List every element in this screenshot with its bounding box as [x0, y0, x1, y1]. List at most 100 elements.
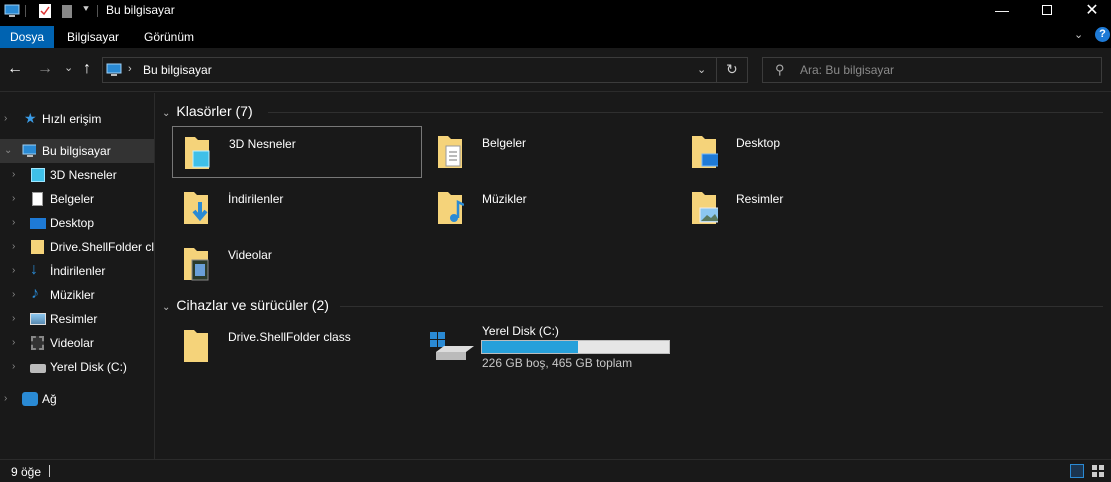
network-icon — [22, 392, 38, 406]
windows-drive-icon — [430, 332, 474, 360]
documents-folder-icon — [438, 136, 462, 168]
desktop-icon — [30, 218, 46, 229]
separator — [716, 58, 717, 82]
desktop-folder-icon — [692, 136, 718, 168]
collapse-chevron-icon[interactable]: ⌄ — [162, 302, 170, 313]
drive-shellfolder[interactable]: Drive.ShellFolder class — [172, 320, 422, 372]
downloads-folder-icon — [184, 192, 208, 224]
expand-arrow-icon[interactable]: › — [12, 283, 22, 307]
help-icon[interactable]: ? — [1095, 27, 1110, 42]
disk-info: 226 GB boş, 465 GB toplam — [482, 356, 633, 370]
search-placeholder: Ara: Bu bilgisayar — [800, 63, 895, 77]
sidebar-item-this-pc[interactable]: ⌄ Bu bilgisayar — [0, 139, 154, 163]
disk-usage-fill — [482, 341, 579, 353]
expand-arrow-icon[interactable]: › — [12, 235, 22, 259]
close-button[interactable]: ✕ — [1077, 0, 1107, 22]
ribbon-tabs: Dosya Bilgisayar Görünüm ⌄ ? — [0, 22, 1111, 48]
expand-arrow-icon[interactable]: › — [4, 107, 14, 131]
music-folder-icon — [438, 192, 464, 224]
folder-downloads[interactable]: İndirilenler — [172, 182, 422, 234]
navigation-pane: › ★ Hızlı erişim ⌄ Bu bilgisayar › 3D Ne… — [0, 93, 155, 459]
sidebar-item-local-disk[interactable]: › Yerel Disk (C:) — [0, 355, 154, 379]
expand-arrow-icon[interactable]: › — [12, 307, 22, 331]
drive-local-disk[interactable]: Yerel Disk (C:) 226 GB boş, 465 GB topla… — [426, 320, 686, 372]
details-view-icon[interactable] — [1070, 464, 1084, 478]
sidebar-item-desktop[interactable]: › Desktop — [0, 211, 154, 235]
forward-arrow-icon[interactable]: → — [37, 60, 53, 78]
breadcrumb[interactable]: Bu bilgisayar — [143, 63, 212, 77]
collapse-chevron-icon[interactable]: ⌄ — [162, 108, 170, 119]
group-divider — [340, 306, 1103, 307]
star-icon: ★ — [24, 110, 37, 126]
window-title: Bu bilgisayar — [106, 3, 175, 17]
music-note-icon: ♪ — [31, 285, 39, 302]
breadcrumb-separator-icon[interactable]: › — [128, 63, 132, 75]
large-icons-view-icon[interactable] — [1091, 464, 1105, 478]
computer-icon — [4, 4, 20, 17]
separator — [97, 5, 98, 17]
quick-access-toolbar-dropdown-icon[interactable]: ⯆ — [82, 4, 90, 15]
group-divider — [268, 112, 1103, 113]
videos-folder-icon — [184, 248, 209, 281]
tab-dosya[interactable]: Dosya — [0, 26, 55, 48]
folder-videos[interactable]: Videolar — [172, 238, 422, 290]
tab-gorunum[interactable]: Görünüm — [134, 26, 204, 48]
recent-locations-chevron-icon[interactable]: ⌄ — [64, 61, 73, 74]
minimize-button[interactable]: — — [987, 0, 1017, 22]
folder-documents[interactable]: Belgeler — [426, 126, 676, 178]
cube-icon — [31, 168, 45, 182]
sidebar-item-3d-objects[interactable]: › 3D Nesneler — [0, 163, 154, 187]
sidebar-item-documents[interactable]: › Belgeler — [0, 187, 154, 211]
expand-arrow-icon[interactable]: › — [12, 187, 22, 211]
folder-icon — [31, 240, 44, 254]
expand-arrow-icon[interactable]: › — [12, 163, 22, 187]
expand-arrow-icon[interactable]: › — [12, 355, 22, 379]
item-count: 9 öğe — [11, 465, 42, 479]
sidebar-item-music[interactable]: › ♪ Müzikler — [0, 283, 154, 307]
folder-desktop[interactable]: Desktop — [680, 126, 930, 178]
expand-arrow-icon[interactable]: ⌄ — [4, 139, 14, 163]
up-arrow-icon[interactable]: ↑ — [83, 60, 91, 78]
navigation-bar: ← → ⌄ ↑ › Bu bilgisayar ⌄ ↻ ⚲ Ara: Bu bi… — [0, 48, 1111, 92]
computer-icon — [106, 63, 122, 76]
computer-icon — [22, 144, 36, 157]
group-header-folders[interactable]: ⌄ Klasörler (7) — [162, 103, 253, 119]
document-icon — [32, 192, 43, 206]
properties-icon[interactable] — [38, 3, 52, 19]
status-bar: 9 öğe — [0, 459, 1111, 482]
separator — [25, 5, 26, 17]
tab-bilgisayar[interactable]: Bilgisayar — [57, 26, 129, 48]
disk-usage-bar — [481, 340, 670, 354]
picture-icon — [30, 313, 46, 325]
hard-drive-icon — [30, 364, 46, 373]
maximize-button[interactable] — [1032, 0, 1062, 22]
expand-arrow-icon[interactable]: › — [12, 259, 22, 283]
sidebar-item-quick-access[interactable]: › ★ Hızlı erişim — [0, 107, 154, 131]
search-input[interactable]: ⚲ Ara: Bu bilgisayar — [762, 57, 1102, 83]
expand-arrow-icon[interactable]: › — [4, 387, 14, 411]
group-header-devices[interactable]: ⌄ Cihazlar ve sürücüler (2) — [162, 297, 329, 313]
download-arrow-icon: ↓ — [30, 261, 38, 278]
film-icon — [31, 336, 44, 350]
address-bar[interactable]: › Bu bilgisayar ⌄ ↻ — [102, 57, 748, 83]
sidebar-item-downloads[interactable]: › ↓ İndirilenler — [0, 259, 154, 283]
sidebar-item-pictures[interactable]: › Resimler — [0, 307, 154, 331]
sidebar-item-network[interactable]: › Ağ — [0, 387, 154, 411]
disk-name: Yerel Disk (C:) — [482, 324, 559, 338]
folder-music[interactable]: Müzikler — [426, 182, 676, 234]
ribbon-expand-icon[interactable]: ⌄ — [1074, 28, 1083, 41]
sidebar-item-videos[interactable]: › Videolar — [0, 331, 154, 355]
separator — [49, 465, 50, 477]
sidebar-item-drive-shellfolder[interactable]: › Drive.ShellFolder class — [0, 235, 154, 259]
content-pane: ⌄ Klasörler (7) 3D Nesneler Belgeler Desk… — [156, 93, 1111, 459]
expand-arrow-icon[interactable]: › — [12, 211, 22, 235]
new-folder-icon[interactable] — [60, 3, 74, 19]
folder-3d-objects[interactable]: 3D Nesneler — [172, 126, 422, 178]
folder-icon — [184, 330, 208, 362]
address-dropdown-icon[interactable]: ⌄ — [697, 63, 706, 76]
title-bar: ⯆ Bu bilgisayar — ✕ — [0, 0, 1111, 22]
expand-arrow-icon[interactable]: › — [12, 331, 22, 355]
folder-pictures[interactable]: Resimler — [680, 182, 930, 234]
refresh-icon[interactable]: ↻ — [726, 61, 738, 78]
back-arrow-icon[interactable]: ← — [7, 60, 23, 78]
